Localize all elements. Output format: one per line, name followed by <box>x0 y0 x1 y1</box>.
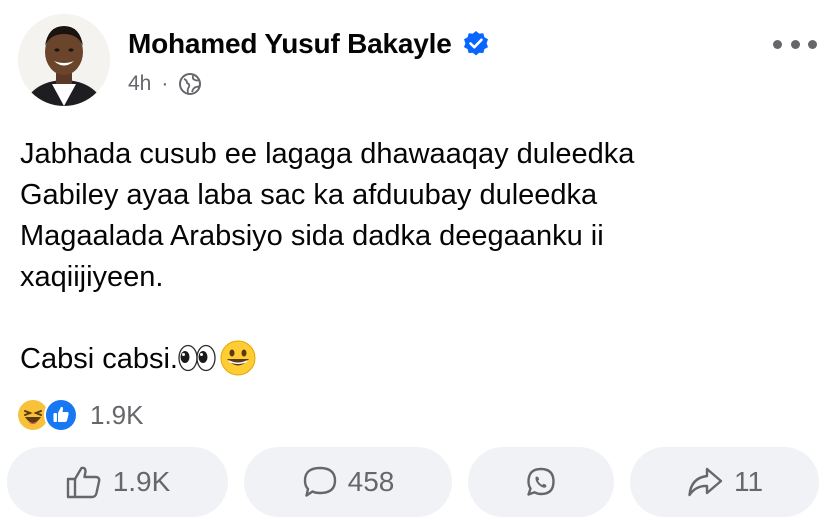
post-closing-text: Cabsi cabsi. <box>20 343 178 375</box>
post-line: Jabhada cusub ee lagaga dhawaaqay duleed… <box>20 138 635 170</box>
post-meta: 4h · <box>128 72 202 96</box>
author-name[interactable]: Mohamed Yusuf Bakayle <box>128 28 452 60</box>
comment-count: 458 <box>347 466 395 497</box>
post-line: Gabiley ayaa laba sac ka afduubay duleed… <box>20 179 598 211</box>
post-body: Jabhada cusub ee lagaga dhawaaqay duleed… <box>20 134 800 380</box>
globe-icon <box>178 72 202 96</box>
share-button[interactable]: 11 <box>630 447 819 517</box>
whatsapp-share-button[interactable] <box>468 447 614 517</box>
like-reaction-icon <box>44 398 78 432</box>
reactions-count[interactable]: 1.9K <box>90 400 144 431</box>
post-closing-line: Cabsi cabsi. <box>20 339 800 380</box>
like-count: 1.9K <box>112 466 171 497</box>
more-dot <box>773 39 782 49</box>
meta-separator: · <box>161 72 169 95</box>
thumbs-up-icon <box>66 466 101 499</box>
more-options-icon[interactable] <box>773 34 817 54</box>
comment-bubble-icon <box>303 466 336 497</box>
more-dot <box>808 39 817 49</box>
share-count: 11 <box>733 466 764 497</box>
whatsapp-icon <box>527 467 555 496</box>
more-dot <box>790 39 800 49</box>
grinning-face-emoji-icon <box>220 340 256 376</box>
eyes-emoji-icon <box>178 343 216 372</box>
comment-button[interactable]: 458 <box>244 447 452 517</box>
reactions-summary[interactable]: 1.9K <box>16 398 144 432</box>
post-line: Magaalada Arabsiyo sida dadka deegaanku … <box>20 220 604 252</box>
post-line: xaqiijiyeen. <box>20 261 164 293</box>
like-button[interactable]: 1.9K <box>7 447 228 517</box>
verified-badge-icon <box>462 30 490 58</box>
post-timestamp[interactable]: 4h <box>128 72 151 96</box>
share-arrow-icon <box>688 467 723 497</box>
author-avatar[interactable] <box>18 14 110 106</box>
author-row: Mohamed Yusuf Bakayle <box>128 28 490 60</box>
